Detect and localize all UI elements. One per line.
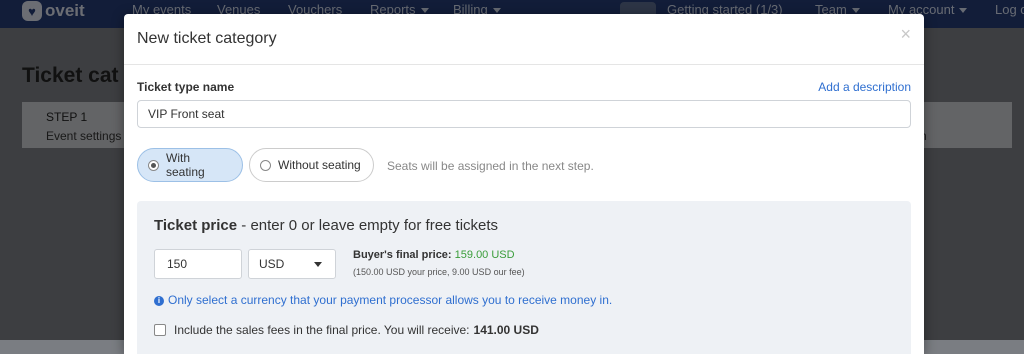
without-seating-label: Without seating <box>278 158 361 172</box>
ticket-price-title: Ticket price - enter 0 or leave empty fo… <box>154 217 498 234</box>
caret-down-icon <box>314 262 322 267</box>
include-fees-checkbox[interactable] <box>154 324 166 336</box>
ticket-price-title-bold: Ticket price <box>154 217 238 234</box>
currency-value: USD <box>259 257 285 271</box>
ticket-price-title-rest: - enter 0 or leave empty for free ticket… <box>237 217 499 234</box>
radio-unselected-icon <box>260 159 271 171</box>
currency-info: i Only select a currency that your paymen… <box>154 293 612 307</box>
ticket-type-name-input[interactable] <box>137 100 911 128</box>
radio-selected-icon <box>148 159 159 171</box>
include-fees-row: Include the sales fees in the final pric… <box>154 323 539 337</box>
price-breakdown: (150.00 USD your price, 9.00 USD our fee… <box>353 267 525 277</box>
without-seating-option[interactable]: Without seating <box>249 148 374 182</box>
buyer-final-price-label: Buyer's final price: <box>353 249 452 261</box>
with-seating-label: With seating <box>166 151 205 179</box>
new-ticket-category-modal: New ticket category × Ticket type name A… <box>124 14 924 354</box>
include-fees-value: 141.00 USD <box>473 323 539 337</box>
buyer-final-price-value: 159.00 USD <box>454 249 515 261</box>
add-description-link[interactable]: Add a description <box>818 80 911 94</box>
modal-header-divider <box>124 64 924 65</box>
buyer-final-price: Buyer's final price: 159.00 USD <box>353 249 515 261</box>
info-icon: i <box>154 295 164 306</box>
seating-hint: Seats will be assigned in the next step. <box>387 159 594 173</box>
with-seating-option[interactable]: With seating <box>137 148 243 182</box>
include-fees-label: Include the sales fees in the final pric… <box>174 323 470 337</box>
close-icon[interactable]: × <box>900 24 911 45</box>
ticket-type-label: Ticket type name <box>137 80 235 94</box>
ticket-price-input[interactable] <box>154 249 242 279</box>
currency-select[interactable]: USD <box>248 249 336 279</box>
modal-title: New ticket category <box>137 30 277 47</box>
ticket-price-panel: Ticket price - enter 0 or leave empty fo… <box>137 201 911 354</box>
currency-info-text: Only select a currency that your payment… <box>168 293 613 307</box>
